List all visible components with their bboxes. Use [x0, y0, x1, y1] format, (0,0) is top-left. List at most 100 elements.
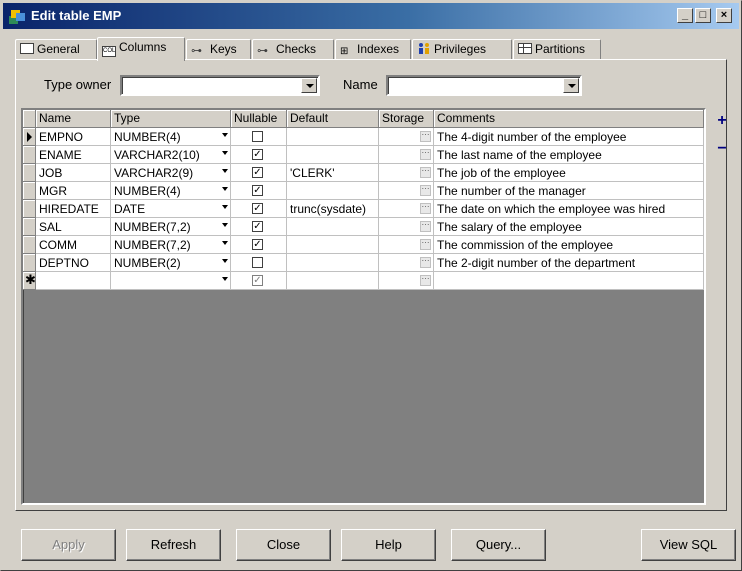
cell-storage[interactable]: ···: [379, 254, 434, 272]
nullable-checkbox[interactable]: [252, 131, 263, 142]
cell-storage[interactable]: ···: [379, 200, 434, 218]
cell-nullable[interactable]: ✓: [231, 218, 287, 236]
name-select[interactable]: [386, 75, 582, 96]
cell-comments[interactable]: The 2-digit number of the department: [434, 254, 704, 272]
cell-default[interactable]: [287, 128, 379, 146]
cell-type[interactable]: NUMBER(7,2): [111, 236, 231, 254]
type-dropdown-icon[interactable]: [222, 259, 228, 263]
cell-name[interactable]: DEPTNO: [36, 254, 111, 272]
help-button[interactable]: Help: [341, 529, 436, 561]
type-dropdown-icon[interactable]: [222, 277, 228, 281]
cell-comments[interactable]: [434, 272, 704, 290]
refresh-button[interactable]: Refresh: [126, 529, 221, 561]
storage-ellipsis-button[interactable]: ···: [420, 167, 431, 178]
cell-name[interactable]: ENAME: [36, 146, 111, 164]
cell-name[interactable]: MGR: [36, 182, 111, 200]
cell-storage[interactable]: ···: [379, 146, 434, 164]
tab-privileges[interactable]: Privileges: [412, 39, 512, 60]
cell-nullable[interactable]: [231, 254, 287, 272]
cell-storage[interactable]: ···: [379, 272, 434, 290]
cell-comments[interactable]: The date on which the employee was hired: [434, 200, 704, 218]
type-dropdown-icon[interactable]: [222, 223, 228, 227]
storage-ellipsis-button[interactable]: ···: [420, 185, 431, 196]
storage-ellipsis-button[interactable]: ···: [420, 203, 431, 214]
type-dropdown-icon[interactable]: [222, 133, 228, 137]
cell-storage[interactable]: ···: [379, 182, 434, 200]
add-column-button[interactable]: +: [716, 112, 728, 130]
storage-ellipsis-button[interactable]: ···: [420, 275, 431, 286]
nullable-checkbox[interactable]: ✓: [252, 221, 263, 232]
cell-nullable[interactable]: ✓: [231, 164, 287, 182]
nullable-checkbox[interactable]: ✓: [252, 149, 263, 160]
chevron-down-icon[interactable]: [563, 78, 579, 93]
type-dropdown-icon[interactable]: [222, 187, 228, 191]
cell-name[interactable]: EMPNO: [36, 128, 111, 146]
row-indicator[interactable]: [23, 236, 36, 254]
row-indicator[interactable]: [23, 200, 36, 218]
tab-columns[interactable]: COL Columns: [97, 37, 185, 61]
nullable-checkbox[interactable]: [252, 257, 263, 268]
chevron-down-icon[interactable]: [301, 78, 317, 93]
cell-default[interactable]: [287, 236, 379, 254]
row-indicator[interactable]: [23, 182, 36, 200]
cell-default[interactable]: trunc(sysdate): [287, 200, 379, 218]
row-indicator[interactable]: ✱: [23, 272, 36, 290]
type-dropdown-icon[interactable]: [222, 205, 228, 209]
cell-comments[interactable]: The 4-digit number of the employee: [434, 128, 704, 146]
cell-comments[interactable]: The commission of the employee: [434, 236, 704, 254]
cell-comments[interactable]: The number of the manager: [434, 182, 704, 200]
cell-storage[interactable]: ···: [379, 218, 434, 236]
cell-storage[interactable]: ···: [379, 236, 434, 254]
row-indicator[interactable]: [23, 128, 36, 146]
storage-ellipsis-button[interactable]: ···: [420, 239, 431, 250]
column-header[interactable]: Type: [111, 110, 231, 128]
column-header[interactable]: Storage: [379, 110, 434, 128]
cell-type[interactable]: DATE: [111, 200, 231, 218]
cell-type[interactable]: NUMBER(7,2): [111, 218, 231, 236]
nullable-checkbox[interactable]: ✓: [252, 275, 263, 286]
remove-column-button[interactable]: −: [716, 140, 728, 158]
tab-general[interactable]: General: [15, 39, 97, 60]
type-owner-select[interactable]: [120, 75, 320, 96]
column-header[interactable]: Comments: [434, 110, 704, 128]
cell-nullable[interactable]: ✓: [231, 272, 287, 290]
columns-grid[interactable]: Name Type Nullable Default Storage Comments EM…: [21, 108, 706, 505]
nullable-checkbox[interactable]: ✓: [252, 185, 263, 196]
storage-ellipsis-button[interactable]: ···: [420, 257, 431, 268]
cell-default[interactable]: [287, 182, 379, 200]
cell-type[interactable]: [111, 272, 231, 290]
nullable-checkbox[interactable]: ✓: [252, 239, 263, 250]
cell-nullable[interactable]: ✓: [231, 146, 287, 164]
minimize-button[interactable]: _: [677, 8, 693, 23]
cell-storage[interactable]: ···: [379, 164, 434, 182]
cell-name[interactable]: SAL: [36, 218, 111, 236]
maximize-button[interactable]: □: [695, 8, 711, 23]
row-indicator[interactable]: [23, 218, 36, 236]
type-dropdown-icon[interactable]: [222, 241, 228, 245]
nullable-checkbox[interactable]: ✓: [252, 203, 263, 214]
tab-partitions[interactable]: Partitions: [513, 39, 601, 60]
storage-ellipsis-button[interactable]: ···: [420, 149, 431, 160]
storage-ellipsis-button[interactable]: ···: [420, 131, 431, 142]
column-header[interactable]: Name: [36, 110, 111, 128]
cell-type[interactable]: VARCHAR2(9): [111, 164, 231, 182]
cell-default[interactable]: [287, 254, 379, 272]
cell-name[interactable]: JOB: [36, 164, 111, 182]
cell-name[interactable]: COMM: [36, 236, 111, 254]
type-dropdown-icon[interactable]: [222, 151, 228, 155]
cell-nullable[interactable]: [231, 128, 287, 146]
query-button[interactable]: Query...: [451, 529, 546, 561]
cell-nullable[interactable]: ✓: [231, 236, 287, 254]
cell-default[interactable]: [287, 272, 379, 290]
row-indicator[interactable]: [23, 146, 36, 164]
cell-comments[interactable]: The job of the employee: [434, 164, 704, 182]
cell-default[interactable]: [287, 218, 379, 236]
cell-default[interactable]: 'CLERK': [287, 164, 379, 182]
title-bar[interactable]: Edit table EMP _ □ ×: [3, 3, 739, 29]
cell-comments[interactable]: The salary of the employee: [434, 218, 704, 236]
nullable-checkbox[interactable]: ✓: [252, 167, 263, 178]
cell-nullable[interactable]: ✓: [231, 182, 287, 200]
cell-type[interactable]: NUMBER(4): [111, 182, 231, 200]
cell-type[interactable]: NUMBER(4): [111, 128, 231, 146]
view-sql-button[interactable]: View SQL: [641, 529, 736, 561]
